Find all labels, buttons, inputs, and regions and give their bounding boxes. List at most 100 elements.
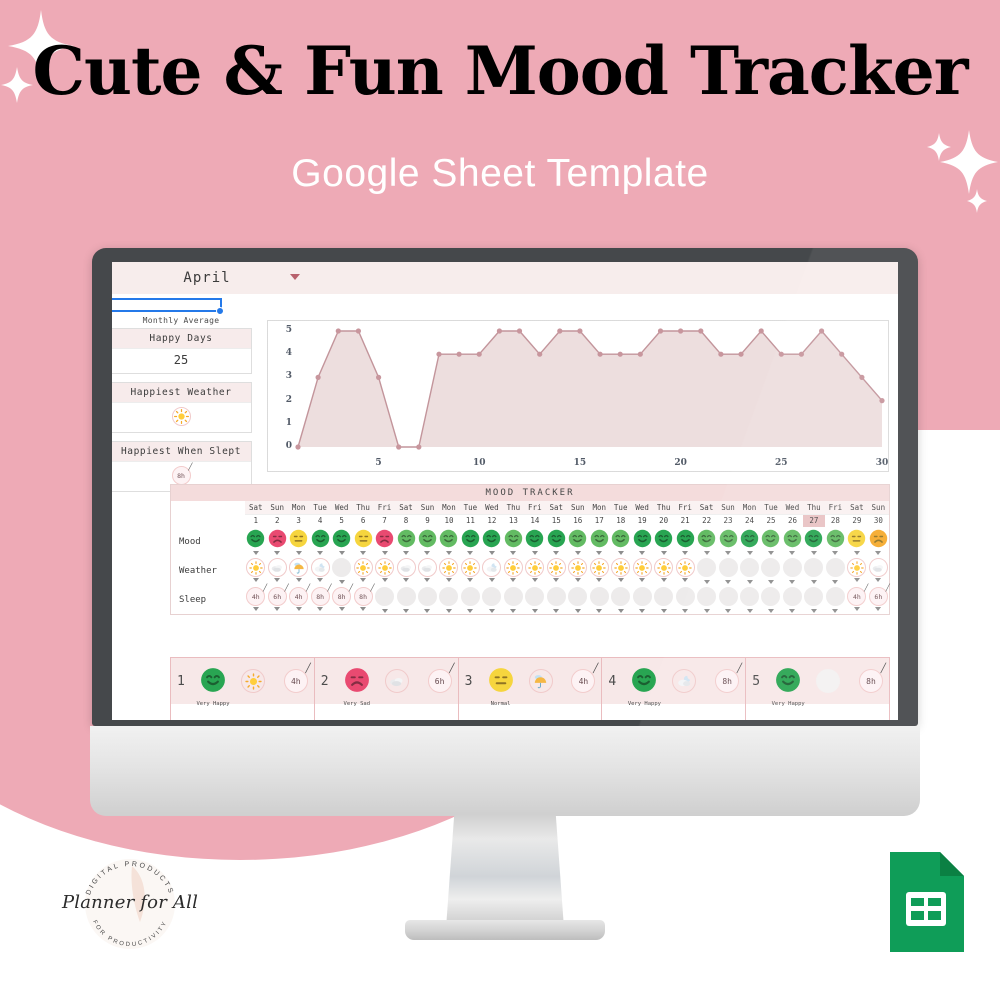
sleep-cell[interactable]: [374, 585, 395, 614]
day-number-cell[interactable]: 7: [374, 515, 395, 527]
weather-cell[interactable]: [266, 556, 287, 585]
mood-cell[interactable]: [717, 527, 738, 556]
day-card-sleep[interactable]: 8h ╱: [858, 664, 886, 693]
weather-cell[interactable]: [782, 556, 803, 585]
sleep-cell[interactable]: [825, 585, 846, 614]
weather-cell[interactable]: [825, 556, 846, 585]
weather-cell[interactable]: [438, 556, 459, 585]
day-number-cell[interactable]: 15: [546, 515, 567, 527]
day-number-cell[interactable]: 5: [331, 515, 352, 527]
day-number-cell[interactable]: 28: [825, 515, 846, 527]
chevron-down-icon[interactable]: [274, 607, 281, 611]
weather-cell[interactable]: [631, 556, 652, 585]
day-card-mood[interactable]: Very Sad: [339, 667, 375, 707]
mood-cell[interactable]: [803, 527, 824, 556]
day-number-cell[interactable]: 2: [266, 515, 287, 527]
day-number-cell[interactable]: 17: [589, 515, 610, 527]
weather-cell[interactable]: [331, 556, 352, 585]
weather-cell[interactable]: [503, 556, 524, 585]
mood-cell[interactable]: [782, 527, 803, 556]
sleep-cell[interactable]: 8h ╱: [331, 584, 353, 614]
mood-cell[interactable]: [374, 527, 395, 556]
weather-cell[interactable]: [546, 556, 567, 585]
chevron-down-icon[interactable]: [725, 551, 732, 555]
sleep-cell[interactable]: [631, 585, 652, 614]
chevron-down-icon[interactable]: [725, 580, 732, 584]
chevron-down-icon[interactable]: [510, 609, 517, 613]
chevron-down-icon[interactable]: [853, 607, 860, 611]
day-number-cell[interactable]: 25: [760, 515, 781, 527]
sleep-cell[interactable]: [460, 585, 481, 614]
chevron-down-icon[interactable]: [252, 607, 259, 611]
chevron-down-icon[interactable]: [488, 551, 495, 555]
weather-cell[interactable]: [481, 556, 502, 585]
chevron-down-icon[interactable]: [660, 609, 667, 613]
day-card-mood[interactable]: Very Happy: [195, 667, 231, 707]
sleep-cell[interactable]: [417, 585, 438, 614]
day-number-cell[interactable]: 10: [438, 515, 459, 527]
chevron-down-icon[interactable]: [553, 578, 560, 582]
chevron-down-icon[interactable]: [445, 551, 452, 555]
chevron-down-icon[interactable]: [488, 578, 495, 582]
weather-cell[interactable]: [589, 556, 610, 585]
chevron-down-icon[interactable]: [810, 551, 817, 555]
day-card-sleep[interactable]: 6h ╱: [427, 664, 455, 693]
chevron-down-icon[interactable]: [424, 551, 431, 555]
mood-cell[interactable]: [266, 527, 287, 556]
chevron-down-icon[interactable]: [274, 551, 281, 555]
mood-cell[interactable]: [309, 527, 330, 556]
weather-cell[interactable]: [674, 556, 695, 585]
chevron-down-icon[interactable]: [338, 607, 345, 611]
mood-cell[interactable]: [825, 527, 846, 556]
chevron-down-icon[interactable]: [725, 609, 732, 613]
day-number-cell[interactable]: 11: [460, 515, 481, 527]
mood-cell[interactable]: [417, 527, 438, 556]
cloudy-icon[interactable]: [384, 669, 409, 693]
chevron-down-icon[interactable]: [574, 578, 581, 582]
chevron-down-icon[interactable]: [639, 551, 646, 555]
chevron-down-icon[interactable]: [617, 551, 624, 555]
weather-cell[interactable]: [309, 556, 330, 585]
chevron-down-icon[interactable]: [424, 609, 431, 613]
chevron-down-icon[interactable]: [746, 580, 753, 584]
day-number-cell[interactable]: 3: [288, 515, 309, 527]
sleep-cell[interactable]: [610, 585, 631, 614]
chevron-down-icon[interactable]: [574, 609, 581, 613]
mood-cell[interactable]: [868, 527, 889, 556]
sleep-cell[interactable]: 4h ╱: [288, 584, 310, 614]
chevron-down-icon[interactable]: [295, 578, 302, 582]
weather-cell[interactable]: [739, 556, 760, 585]
chevron-down-icon[interactable]: [682, 551, 689, 555]
sleep-cell[interactable]: 4h ╱: [245, 584, 267, 614]
chevron-down-icon[interactable]: [617, 609, 624, 613]
empty-slot-icon[interactable]: [816, 669, 841, 693]
chevron-down-icon[interactable]: [875, 578, 882, 582]
mood-cell[interactable]: [696, 527, 717, 556]
mood-cell[interactable]: [739, 527, 760, 556]
chevron-down-icon[interactable]: [832, 580, 839, 584]
mood-cell[interactable]: [395, 527, 416, 556]
chevron-down-icon[interactable]: [424, 578, 431, 582]
chevron-down-icon[interactable]: [360, 551, 367, 555]
rain-icon[interactable]: [528, 669, 553, 693]
weather-cell[interactable]: [460, 556, 481, 585]
weather-cell[interactable]: [374, 556, 395, 585]
chevron-down-icon[interactable]: [381, 578, 388, 582]
weather-cell[interactable]: [395, 556, 416, 585]
sun-icon[interactable]: [241, 669, 265, 693]
chevron-down-icon[interactable]: [767, 551, 774, 555]
chevron-down-icon[interactable]: [403, 578, 410, 582]
mood-cell[interactable]: [288, 527, 309, 556]
chevron-down-icon[interactable]: [295, 607, 302, 611]
weather-cell[interactable]: [245, 556, 266, 585]
chevron-down-icon[interactable]: [445, 609, 452, 613]
chevron-down-icon[interactable]: [746, 609, 753, 613]
mood-cell[interactable]: [631, 527, 652, 556]
chevron-down-icon[interactable]: [488, 609, 495, 613]
mood-cell[interactable]: [567, 527, 588, 556]
chevron-down-icon[interactable]: [789, 609, 796, 613]
chevron-down-icon[interactable]: [531, 551, 538, 555]
weather-cell[interactable]: [653, 556, 674, 585]
chevron-down-icon[interactable]: [853, 578, 860, 582]
sleep-cell[interactable]: [782, 585, 803, 614]
